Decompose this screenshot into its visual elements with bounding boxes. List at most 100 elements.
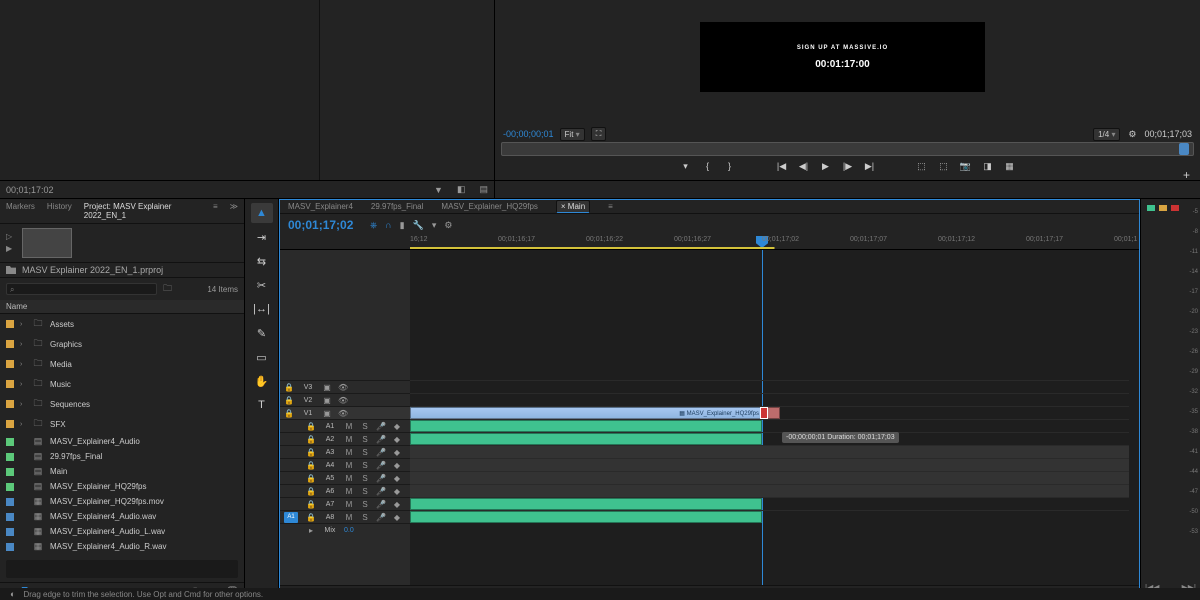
expand-icon[interactable]: ▸ xyxy=(306,526,316,535)
disclose-icon[interactable]: › xyxy=(20,321,26,328)
eye-icon[interactable]: 👁 xyxy=(338,383,348,392)
lock-icon[interactable]: 🔒 xyxy=(306,500,316,509)
keyframe-icon[interactable]: ◆ xyxy=(392,474,402,483)
settings-wrench-icon[interactable]: 🔧 xyxy=(413,220,424,231)
lock-icon[interactable]: 🔒 xyxy=(306,487,316,496)
mute-icon[interactable]: M xyxy=(344,513,354,522)
bin-row[interactable]: › 🗀 Music xyxy=(0,374,244,394)
toggle-output-icon[interactable]: ▣ xyxy=(322,383,332,392)
keyframe-icon[interactable]: ◆ xyxy=(392,448,402,457)
voice-icon[interactable]: 🎤 xyxy=(376,500,386,509)
fullscreen-icon[interactable]: ⛶ xyxy=(591,127,607,141)
solo-icon[interactable]: S xyxy=(360,513,370,522)
trim-handle[interactable] xyxy=(760,407,768,419)
program-in-tc[interactable]: -00;00;00;01 xyxy=(503,129,554,139)
disclose-icon[interactable]: › xyxy=(20,361,26,368)
selection-tool-icon[interactable]: ▲ xyxy=(251,203,273,223)
rect-tool-icon[interactable]: ▭ xyxy=(251,347,273,367)
tab-history[interactable]: History xyxy=(47,202,72,220)
lock-icon[interactable]: 🔒 xyxy=(306,474,316,483)
panel-menu-icon[interactable]: ≡ xyxy=(213,202,218,220)
go-start-icon[interactable]: |◀ xyxy=(776,160,788,172)
audio-lane[interactable] xyxy=(410,419,1129,432)
record-indicator[interactable] xyxy=(1171,205,1179,211)
disclose-icon[interactable]: › xyxy=(20,401,26,408)
panel-more-icon[interactable]: ≫ xyxy=(230,202,238,220)
search-input[interactable]: ⌕ xyxy=(6,283,157,295)
program-out-tc[interactable]: 00;01;17;03 xyxy=(1144,129,1192,139)
marker-add-icon[interactable]: ▮ xyxy=(400,220,405,231)
lift-icon[interactable]: ⬚ xyxy=(916,160,928,172)
video-lane[interactable]: ▦ MASV_Explainer_HQ29fps xyxy=(410,406,1129,419)
scrub-head[interactable] xyxy=(1179,143,1189,155)
video-track-header[interactable]: 🔒 V3 ▣ 👁 xyxy=(280,380,410,393)
mute-icon[interactable]: M xyxy=(344,435,354,444)
audio-lane[interactable] xyxy=(410,458,1129,471)
keyframe-icon[interactable]: ◆ xyxy=(392,461,402,470)
bin-row[interactable]: ▦ MASV_Explainer4_Audio.wav xyxy=(0,509,244,524)
audio-track-header[interactable]: 🔒 A3 M S 🎤 ◆ xyxy=(280,445,410,458)
mute-icon[interactable]: M xyxy=(344,474,354,483)
timeline-tab[interactable]: × Main xyxy=(556,200,590,213)
bin-row[interactable]: ▤ Main xyxy=(0,464,244,479)
bin-list[interactable]: › 🗀 Assets › 🗀 Graphics › 🗀 Media › 🗀 Mu… xyxy=(0,314,244,556)
audio-track-header[interactable]: 🔒 A5 M S 🎤 ◆ xyxy=(280,471,410,484)
audio-clip[interactable] xyxy=(410,498,762,510)
bin-row[interactable]: › 🗀 Sequences xyxy=(0,394,244,414)
solo-icon[interactable]: S xyxy=(360,487,370,496)
timeline-tab[interactable]: MASV_Explainer4 xyxy=(288,202,353,211)
solo-icon[interactable]: S xyxy=(360,474,370,483)
source-timecode[interactable]: 00;01;17:02 xyxy=(6,185,54,195)
solo-icon[interactable]: S xyxy=(360,435,370,444)
audio-clip[interactable] xyxy=(410,511,762,523)
video-track-header[interactable]: 🔒 V1 ▣ 👁 xyxy=(280,406,410,419)
bin-row[interactable]: ▤ MASV_Explainer4_Audio xyxy=(0,434,244,449)
track-label[interactable]: A1 xyxy=(322,423,338,430)
voice-icon[interactable]: 🎤 xyxy=(376,435,386,444)
audio-track-header[interactable]: 🔒 A6 M S 🎤 ◆ xyxy=(280,484,410,497)
audio-track-header[interactable]: 🔒 A1 M S 🎤 ◆ xyxy=(280,419,410,432)
tab-project[interactable]: Project: MASV Explainer 2022_EN_1 xyxy=(84,202,189,220)
mute-icon[interactable]: M xyxy=(344,422,354,431)
bin-row[interactable]: ▦ MASV_Explainer_HQ29fps.mov xyxy=(0,494,244,509)
keyframe-icon[interactable]: ◆ xyxy=(392,487,402,496)
solo-icon[interactable]: S xyxy=(360,500,370,509)
play-icon[interactable]: ▶ xyxy=(820,160,832,172)
solo-icon[interactable]: S xyxy=(360,422,370,431)
bin-row[interactable]: › 🗀 Media xyxy=(0,354,244,374)
snap-icon[interactable]: ⎈ xyxy=(370,220,377,231)
compare-icon[interactable]: ◨ xyxy=(982,160,994,172)
lock-icon[interactable]: 🔒 xyxy=(306,422,316,431)
stop-small-icon[interactable]: ▶ xyxy=(6,244,16,254)
type-tool-icon[interactable]: T xyxy=(251,395,273,415)
keyframe-icon[interactable]: ◆ xyxy=(392,500,402,509)
voice-icon[interactable]: 🎤 xyxy=(376,474,386,483)
source-patch[interactable]: A1 xyxy=(284,512,298,523)
lock-icon[interactable]: 🔒 xyxy=(284,396,294,405)
tag-icon[interactable]: ◧ xyxy=(457,184,466,195)
mute-indicator[interactable] xyxy=(1159,205,1167,211)
audio-clip[interactable] xyxy=(410,433,762,445)
track-label[interactable]: A4 xyxy=(322,462,338,469)
pen-tool-icon[interactable]: ✎ xyxy=(251,323,273,343)
mark-clip-icon[interactable]: } xyxy=(724,160,736,172)
extract-icon[interactable]: ⬚ xyxy=(938,160,950,172)
audio-lane[interactable] xyxy=(410,445,1129,458)
tracks-area[interactable]: ▦ MASV_Explainer_HQ29fps-00;00;00;01 Dur… xyxy=(410,250,1139,585)
timeline-menu-icon[interactable]: ≡ xyxy=(608,202,613,211)
keyframe-icon[interactable]: ◆ xyxy=(392,513,402,522)
track-label[interactable]: A8 xyxy=(322,514,338,521)
razor-tool-icon[interactable]: ✂ xyxy=(251,275,273,295)
timeline-tab[interactable]: 29.97fps_Final xyxy=(371,202,423,211)
linked-icon[interactable]: ∩ xyxy=(385,220,391,231)
track-label[interactable]: A5 xyxy=(322,475,338,482)
video-clip[interactable]: ▦ MASV_Explainer_HQ29fps xyxy=(410,407,762,419)
new-bin-icon[interactable]: 🗀 xyxy=(163,281,172,297)
voice-icon[interactable]: 🎤 xyxy=(376,487,386,496)
audio-track-header[interactable]: A1🔒 A8 M S 🎤 ◆ xyxy=(280,510,410,523)
lock-icon[interactable]: 🔒 xyxy=(306,448,316,457)
program-scrubber[interactable] xyxy=(501,142,1194,156)
lock-icon[interactable]: 🔒 xyxy=(284,409,294,418)
ripple-edit-tool-icon[interactable]: ⇆ xyxy=(251,251,273,271)
bin-row[interactable]: › 🗀 Graphics xyxy=(0,334,244,354)
